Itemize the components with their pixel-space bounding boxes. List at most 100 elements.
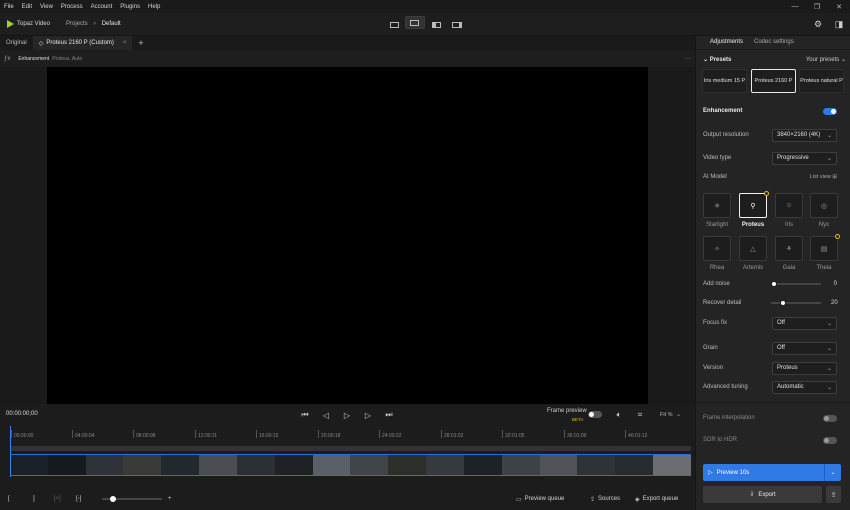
- model-nyx[interactable]: ◎: [810, 193, 838, 218]
- view-split-button[interactable]: [426, 16, 446, 33]
- panel-icon: ◨: [834, 18, 844, 29]
- play-button[interactable]: ▷: [341, 409, 353, 421]
- view-side-by-side-button[interactable]: [447, 16, 467, 33]
- thumbnail: [47, 455, 86, 475]
- enhancement-toggle[interactable]: [823, 107, 837, 115]
- video-type-select[interactable]: Progressive ⌄: [772, 151, 837, 165]
- minimize-button[interactable]: —: [784, 0, 806, 13]
- zoom-in-button[interactable]: +: [168, 492, 172, 506]
- menu-view[interactable]: View: [36, 4, 57, 10]
- timeline-ruler[interactable]: 00:00:00 04:00:04 08:00:08 12:00:11 16:0…: [0, 426, 695, 442]
- model-starlight[interactable]: ✳: [703, 193, 731, 218]
- breadcrumb-projects[interactable]: Projects: [66, 21, 88, 27]
- close-window-button[interactable]: ✕: [828, 0, 850, 13]
- go-to-start-button[interactable]: ⏮: [299, 409, 311, 421]
- ruler-tick: 28:01:02: [441, 430, 463, 439]
- view-single-output-button[interactable]: [384, 16, 404, 33]
- crop-button[interactable]: ⌗: [634, 409, 646, 421]
- video-type-value: Progressive: [777, 155, 809, 161]
- ruler-tick: 36:01:09: [564, 430, 586, 439]
- presets-title[interactable]: ⌄ Presets: [703, 56, 731, 63]
- export-button[interactable]: ⇩ Export: [703, 486, 822, 503]
- model-gaia[interactable]: ⚘: [775, 236, 803, 261]
- preview-options-button[interactable]: ⌄: [824, 464, 841, 481]
- share-button[interactable]: ⇪: [826, 486, 841, 503]
- share-icon: ⇪: [830, 491, 837, 499]
- timeline-filmstrip[interactable]: [10, 454, 691, 476]
- frame-preview-toggle[interactable]: [588, 411, 602, 418]
- model-theia[interactable]: ▤: [810, 236, 838, 261]
- add-tab-button[interactable]: +: [132, 36, 149, 50]
- close-tab-icon[interactable]: ×: [123, 40, 127, 46]
- output-resolution-select[interactable]: 3840×2160 (4K) ⌄: [772, 128, 837, 142]
- tab-adjustments[interactable]: Adjustments: [710, 39, 743, 45]
- menu-file[interactable]: File: [0, 4, 18, 10]
- timeline-track[interactable]: [10, 446, 691, 451]
- sdr-to-hdr-toggle[interactable]: [823, 436, 837, 444]
- menu-bar: File Edit View Process Account Plugins H…: [0, 0, 850, 13]
- preset-iris-medium[interactable]: Iris medium 15 P: [702, 69, 747, 93]
- advanced-tuning-select[interactable]: Automatic ⌄: [772, 380, 837, 394]
- model-artemis[interactable]: △: [739, 236, 767, 261]
- version-select[interactable]: Proteus ⌄: [772, 361, 837, 375]
- zoom-fit-dropdown[interactable]: Fit %: [660, 412, 673, 418]
- preset-proteus-2160[interactable]: Proteus 2160 P: [751, 69, 796, 93]
- view-full-button[interactable]: [405, 16, 425, 29]
- tag-icon: ◇: [38, 40, 44, 47]
- recover-detail-slider[interactable]: [771, 300, 821, 306]
- recover-detail-knob[interactable]: [779, 300, 786, 306]
- add-noise-slider[interactable]: [771, 281, 821, 287]
- restore-button[interactable]: ❐: [806, 0, 828, 13]
- list-view-button[interactable]: List view ⊞: [810, 174, 837, 180]
- menu-process[interactable]: Process: [57, 4, 87, 10]
- settings-button[interactable]: ⚙: [811, 17, 825, 31]
- more-options-button[interactable]: ···: [685, 56, 691, 62]
- model-iris-label: Iris: [785, 222, 793, 228]
- output-resolution-row: Output resolution 3840×2160 (4K) ⌄: [703, 128, 837, 142]
- breadcrumb: Projects › Default: [66, 21, 121, 27]
- focus-fix-select[interactable]: Off ⌄: [772, 316, 837, 330]
- brush-icon: ⚘: [785, 245, 793, 253]
- recover-detail-value: 20: [831, 300, 838, 306]
- next-frame-button[interactable]: ▷: [362, 409, 374, 421]
- sources-button[interactable]: ⇪ Sources: [590, 492, 620, 506]
- model-iris[interactable]: ☺: [775, 193, 803, 218]
- zoom-slider[interactable]: [102, 496, 162, 502]
- your-presets-dropdown[interactable]: Your presets ⌄: [806, 56, 846, 63]
- tab-codec-settings[interactable]: Codec settings: [754, 39, 794, 45]
- preset-proteus-natural[interactable]: Proteus natural P: [799, 69, 844, 93]
- menu-account[interactable]: Account: [87, 4, 117, 10]
- tab-proteus[interactable]: ◇ Proteus 2160 P (Custom) ×: [32, 36, 133, 50]
- menu-help[interactable]: Help: [144, 4, 164, 10]
- tab-original[interactable]: Original: [0, 36, 33, 50]
- preview-queue-button[interactable]: ▭ Preview queue: [516, 492, 564, 506]
- menu-edit[interactable]: Edit: [18, 4, 36, 10]
- model-proteus[interactable]: ⚲: [739, 193, 767, 218]
- go-to-end-button[interactable]: ⏭: [383, 409, 395, 421]
- list-view-icon: ⊞: [832, 174, 837, 180]
- set-out-point-button[interactable]: ]: [33, 492, 35, 506]
- range-button[interactable]: [◦]: [76, 492, 81, 506]
- audio-button[interactable]: 🔈︎: [613, 409, 625, 421]
- toggle-panel-button[interactable]: ◨: [832, 17, 846, 31]
- playhead[interactable]: [10, 426, 11, 477]
- add-noise-knob[interactable]: [771, 281, 777, 287]
- previous-frame-button[interactable]: ◁: [320, 409, 332, 421]
- menu-plugins[interactable]: Plugins: [116, 4, 144, 10]
- beta-badge: BETA: [572, 417, 584, 422]
- export-icon: ⇩: [749, 492, 755, 498]
- zoom-slider-knob[interactable]: [110, 496, 117, 502]
- preview-button[interactable]: ▷ Preview 10s ⌄: [703, 464, 841, 481]
- set-in-point-button[interactable]: [: [8, 492, 10, 506]
- model-rhea[interactable]: ✧: [703, 236, 731, 261]
- frame-interpolation-toggle[interactable]: [823, 414, 837, 422]
- chevron-down-icon: ⌄: [826, 155, 832, 162]
- clear-range-button[interactable]: [×]: [54, 492, 61, 506]
- tab-bar: Original ◇ Proteus 2160 P (Custom) × +: [0, 36, 695, 50]
- thumbnail: [539, 455, 578, 475]
- grain-select[interactable]: Off ⌄: [772, 341, 837, 355]
- step-forward-icon: ▷: [364, 410, 372, 420]
- output-resolution-label: Output resolution: [703, 132, 749, 138]
- video-preview[interactable]: [47, 67, 648, 404]
- export-queue-button[interactable]: ◈ Export queue: [635, 492, 678, 506]
